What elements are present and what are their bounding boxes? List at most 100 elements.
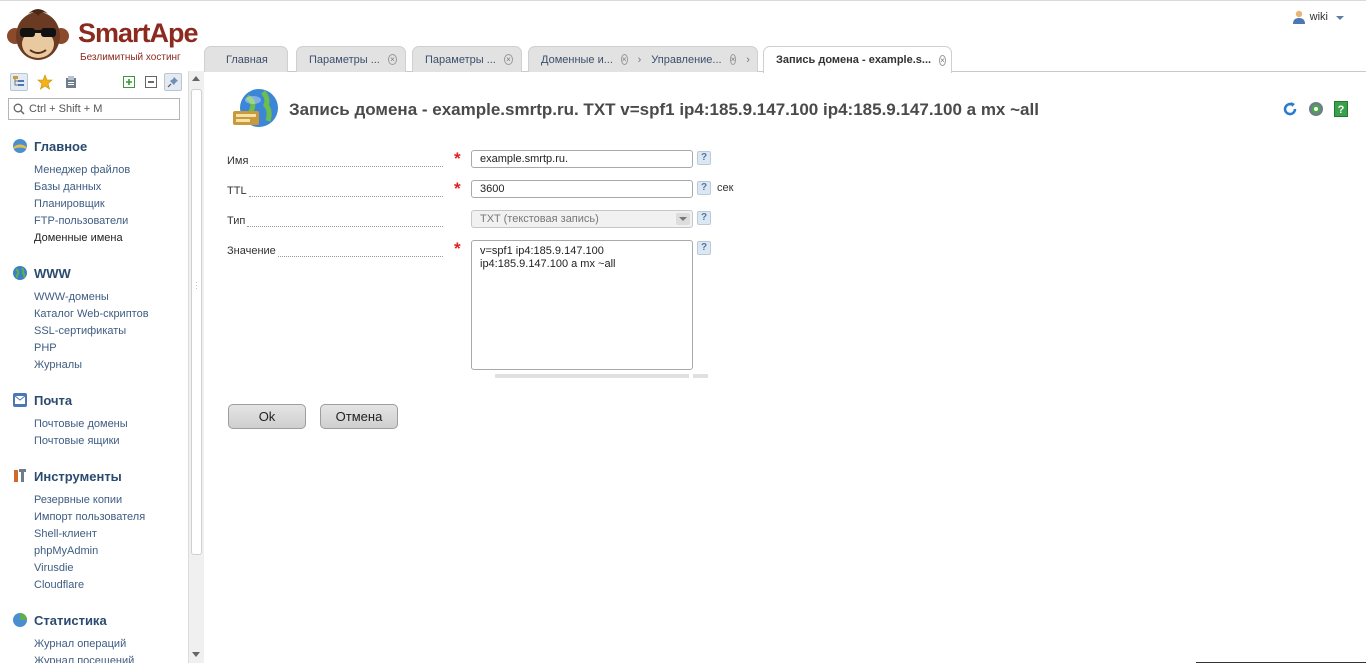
sidebar-item-shell[interactable]: Shell-клиент — [12, 526, 184, 543]
ttl-label: TTL — [227, 185, 447, 197]
group-header[interactable]: Статистика — [12, 611, 184, 629]
page-header: Запись домена - example.smrtp.ru. TXT v=… — [231, 87, 1039, 133]
close-icon[interactable]: × — [503, 54, 513, 65]
cancel-button[interactable]: Отмена — [320, 404, 398, 429]
sidebar-item-import-user[interactable]: Импорт пользователя — [12, 509, 184, 526]
type-select[interactable]: TXT (текстовая запись) — [471, 210, 693, 228]
scroll-thumb[interactable] — [191, 89, 202, 555]
name-field[interactable] — [471, 150, 693, 168]
user-icon — [1292, 10, 1305, 24]
tab-domain-record[interactable]: Запись домена - example.s... × — [763, 46, 952, 73]
group-title: Главное — [34, 138, 88, 154]
tab-label: Параметры ... — [309, 53, 380, 66]
sidebar-search[interactable] — [8, 98, 180, 120]
chevron-down-icon — [1336, 16, 1344, 20]
sidebar-item-scheduler[interactable]: Планировщик — [12, 196, 184, 213]
help-book-icon[interactable]: ? — [1334, 101, 1348, 117]
search-icon — [13, 103, 25, 115]
sidebar-item-ftp-users[interactable]: FTP-пользователи — [12, 213, 184, 230]
sidebar-item-databases[interactable]: Базы данных — [12, 179, 184, 196]
ok-button[interactable]: Ok — [228, 404, 306, 429]
pin-icon[interactable] — [164, 73, 182, 91]
user-menu[interactable]: wiki — [1292, 10, 1344, 24]
sidebar-toolbar — [10, 73, 80, 91]
header-actions: ? — [1282, 101, 1348, 117]
tab-params-1[interactable]: Параметры ... × — [296, 46, 406, 72]
ttl-field[interactable] — [471, 180, 693, 198]
sidebar-item-visits-log[interactable]: Журнал посещений — [12, 653, 184, 663]
brand-tagline: Безлимитный хостинг — [80, 52, 181, 63]
pie-chart-icon — [13, 613, 27, 627]
sidebar-item-mail-domains[interactable]: Почтовые домены — [12, 416, 184, 433]
mail-icon — [13, 393, 27, 407]
help-icon[interactable]: ? — [697, 181, 711, 195]
required-mark: * — [454, 179, 461, 198]
monkey-logo-icon — [7, 9, 69, 60]
sidebar-item-ssl[interactable]: SSL-сертификаты — [12, 323, 184, 340]
sidebar-item-cloudflare[interactable]: Cloudflare — [12, 577, 184, 594]
help-icon[interactable]: ? — [697, 211, 711, 225]
sidebar-item-mailboxes[interactable]: Почтовые ящики — [12, 433, 184, 450]
sidebar-item-www-domains[interactable]: WWW-домены — [12, 289, 184, 306]
group-header[interactable]: Главное — [12, 137, 184, 155]
menu-group-mail: Почта Почтовые домены Почтовые ящики — [12, 391, 184, 450]
form-buttons: Ok Отмена — [228, 404, 398, 429]
help-icon[interactable]: ? — [697, 241, 711, 255]
textarea-resize-handle[interactable] — [495, 374, 689, 378]
sidebar-item-file-manager[interactable]: Менеджер файлов — [12, 162, 184, 179]
close-icon[interactable]: × — [939, 54, 946, 66]
domain-record-form: Имя * ? TTL * ? сек Тип TXT (текстовая з… — [227, 149, 927, 389]
textarea-resize-corner[interactable] — [693, 374, 708, 378]
sidebar-item-backups[interactable]: Резервные копии — [12, 492, 184, 509]
sidebar-item-php[interactable]: PHP — [12, 340, 184, 357]
clipboard-icon[interactable] — [62, 73, 80, 91]
tab-params-2[interactable]: Параметры ... × — [412, 46, 522, 72]
value-textarea[interactable]: v=spf1 ip4:185.9.147.100 ip4:185.9.147.1… — [471, 240, 693, 370]
form-row-name: Имя * ? — [227, 149, 927, 179]
tab-domains[interactable]: Доменные и... × › Управление... × › — [528, 46, 758, 72]
group-header[interactable]: Инструменты — [12, 467, 184, 485]
domain-globe-icon — [233, 89, 278, 127]
sidebar-item-web-scripts[interactable]: Каталог Web-скриптов — [12, 306, 184, 323]
close-icon[interactable]: × — [387, 54, 397, 65]
group-title: Инструменты — [34, 468, 122, 484]
page-title: Запись домена - example.smrtp.ru. TXT v=… — [289, 100, 1039, 119]
tab-home[interactable]: Главная — [204, 46, 288, 72]
menu-group-main: Главное Менеджер файлов Базы данных План… — [12, 137, 184, 247]
group-header[interactable]: WWW — [12, 264, 184, 282]
sidebar-item-domain-names[interactable]: Доменные имена — [12, 230, 184, 247]
logo[interactable]: SmartApe Безлимитный хостинг — [6, 6, 199, 68]
refresh-icon[interactable] — [1282, 101, 1298, 117]
form-row-value: Значение * v=spf1 ip4:185.9.147.100 ip4:… — [227, 239, 927, 389]
chevron-down-icon — [676, 213, 690, 225]
ttl-unit: сек — [717, 182, 734, 194]
sidebar-item-operations-log[interactable]: Журнал операций — [12, 636, 184, 653]
chevron-right-icon: › — [746, 53, 750, 66]
collapse-all-icon[interactable] — [142, 73, 160, 91]
group-header[interactable]: Почта — [12, 391, 184, 409]
star-icon[interactable] — [36, 73, 54, 91]
tools-icon — [14, 469, 26, 482]
sidebar-menu: Главное Менеджер файлов Базы данных План… — [12, 137, 184, 663]
search-input[interactable] — [29, 103, 169, 115]
required-mark: * — [454, 239, 461, 258]
help-icon[interactable]: ? — [697, 151, 711, 165]
name-label: Имя — [227, 155, 447, 167]
splitter-grip-icon[interactable]: · · · — [195, 279, 198, 293]
web-settings-icon[interactable] — [1308, 101, 1324, 117]
sidebar-item-logs[interactable]: Журналы — [12, 357, 184, 374]
sidebar-item-virusdie[interactable]: Virusdie — [12, 560, 184, 577]
group-title: WWW — [34, 265, 71, 281]
scroll-up-icon[interactable] — [192, 76, 200, 81]
close-icon[interactable]: × — [729, 54, 737, 65]
sidebar-scrollbar[interactable]: · · · — [188, 71, 204, 663]
tree-view-icon[interactable] — [10, 73, 28, 91]
tab-label: Параметры ... — [425, 53, 496, 66]
expand-all-icon[interactable] — [120, 73, 138, 91]
close-icon[interactable]: × — [620, 54, 628, 65]
form-row-type: Тип TXT (текстовая запись) ? — [227, 209, 927, 239]
tab-label: Запись домена - example.s... — [776, 54, 932, 66]
scroll-down-icon[interactable] — [192, 652, 200, 657]
tab-label: Доменные и... — [541, 53, 613, 66]
sidebar-item-phpmyadmin[interactable]: phpMyAdmin — [12, 543, 184, 560]
